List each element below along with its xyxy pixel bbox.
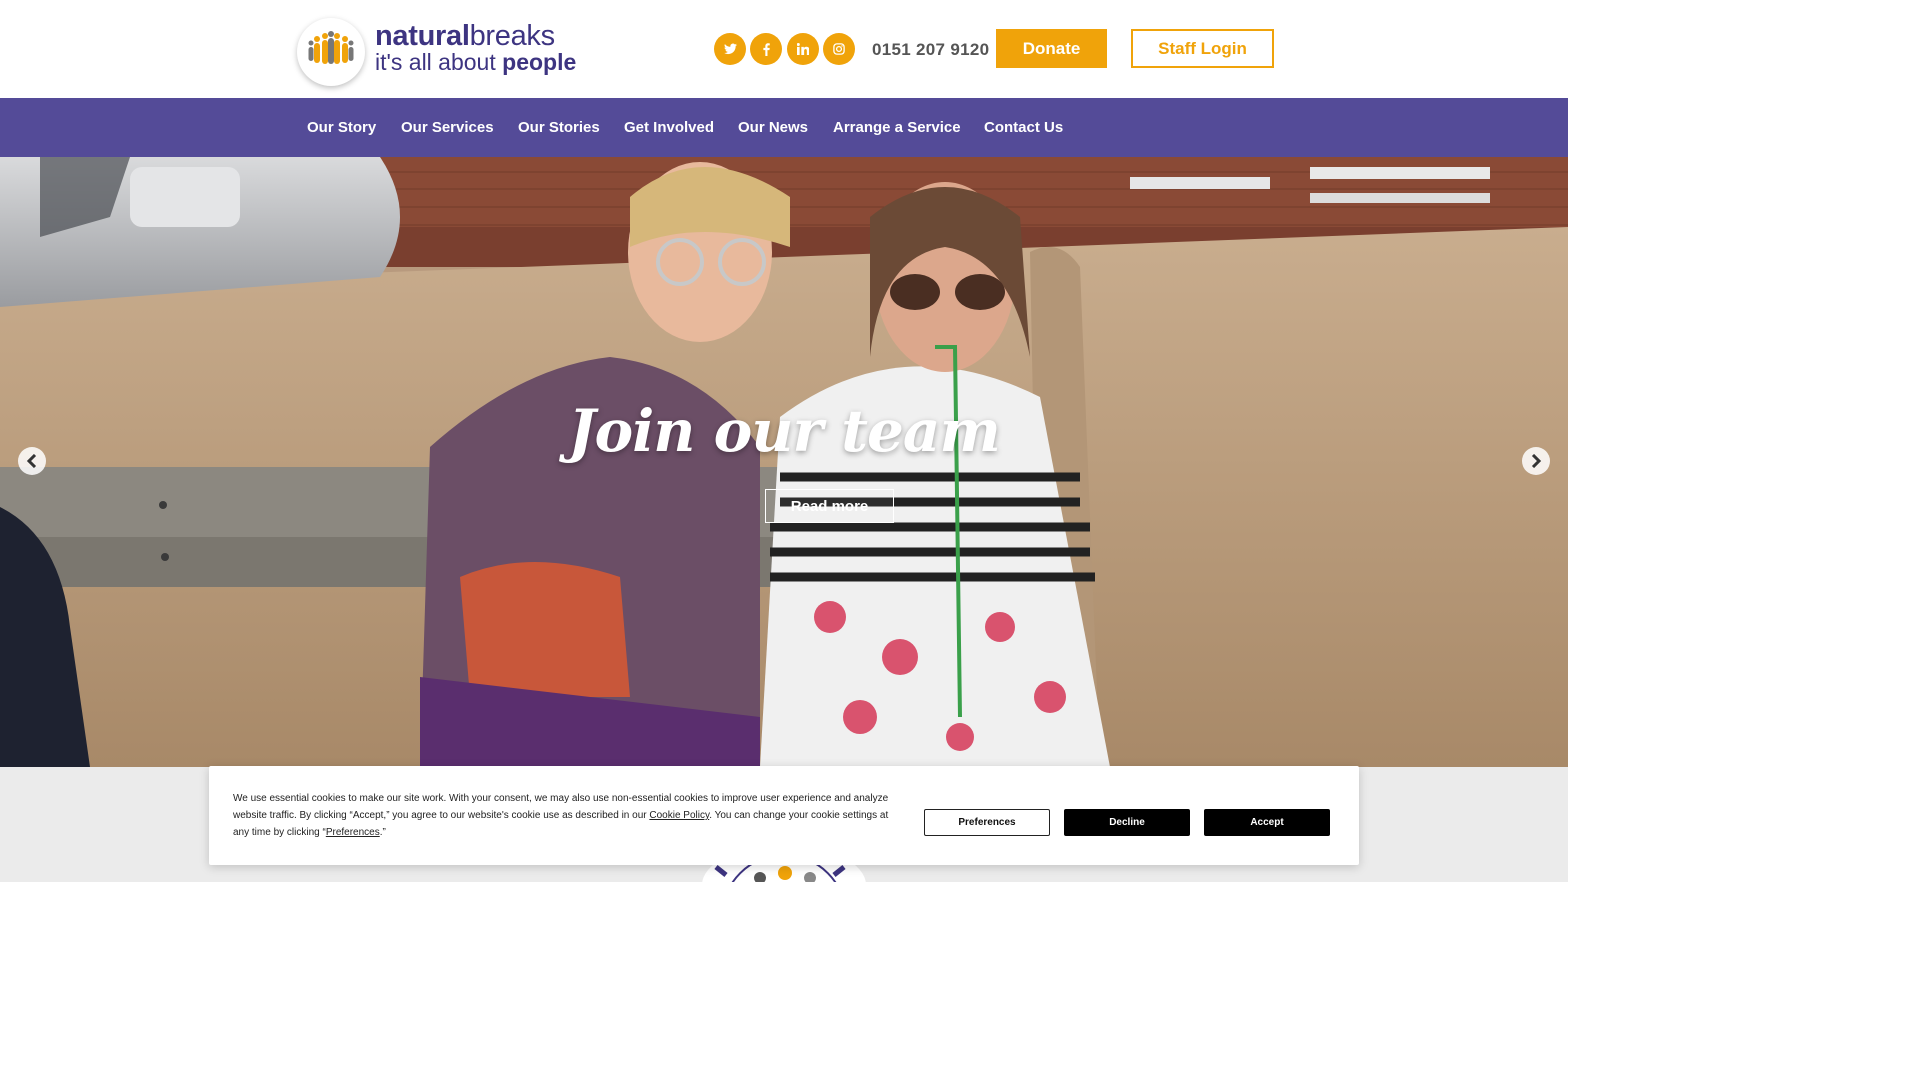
slider-next-button[interactable]	[1522, 447, 1550, 475]
cookie-decline-button[interactable]: Decline	[1064, 809, 1190, 836]
slider-prev-button[interactable]	[18, 447, 46, 475]
cookie-message: We use essential cookies to make our sit…	[233, 790, 903, 841]
instagram-button[interactable]	[823, 33, 855, 65]
instagram-icon	[833, 43, 845, 55]
preferences-link[interactable]: Preferences	[326, 827, 380, 838]
logo-wordmark[interactable]: naturalbreaks it's all about people	[375, 22, 576, 74]
cookie-policy-link[interactable]: Cookie Policy	[649, 810, 709, 821]
hero-slider: Join our team Read more	[0, 157, 1568, 767]
nav-item-arrange-a-service[interactable]: Arrange a Service	[833, 119, 961, 136]
chevron-right-icon	[1531, 454, 1542, 468]
facebook-icon	[762, 42, 770, 56]
nav-item-get-involved[interactable]: Get Involved	[624, 119, 714, 136]
main-nav: Our Story Our Services Our Stories Get I…	[0, 98, 1568, 157]
hero-title: Join our team	[568, 397, 1001, 465]
nav-item-our-story[interactable]: Our Story	[307, 119, 376, 136]
linkedin-icon	[797, 43, 809, 55]
cookie-text-part3: .”	[379, 827, 386, 838]
tagline-regular: it's all about	[375, 49, 503, 75]
facebook-button[interactable]	[750, 33, 782, 65]
brand-name-bold: natural	[375, 20, 470, 52]
twitter-icon	[723, 43, 737, 55]
cookie-banner: We use essential cookies to make our sit…	[209, 766, 1359, 865]
page: naturalbreaks it's all about people 0151…	[0, 0, 1568, 882]
cookie-accept-button[interactable]: Accept	[1204, 809, 1330, 836]
site-header: naturalbreaks it's all about people 0151…	[0, 0, 1568, 98]
read-more-button[interactable]: Read more	[765, 489, 894, 523]
linkedin-button[interactable]	[787, 33, 819, 65]
phone-number[interactable]: 0151 207 9120	[872, 40, 989, 60]
donate-button[interactable]: Donate	[996, 29, 1107, 68]
cookie-preferences-button[interactable]: Preferences	[924, 809, 1050, 836]
nav-item-our-services[interactable]: Our Services	[401, 119, 494, 136]
brand-name-regular: breaks	[469, 20, 556, 52]
tagline-bold: people	[502, 49, 577, 75]
nav-item-contact-us[interactable]: Contact Us	[984, 119, 1063, 136]
chevron-left-icon	[26, 454, 37, 468]
logo-badge[interactable]	[297, 18, 365, 86]
people-logo-icon	[308, 31, 354, 64]
nav-item-our-news[interactable]: Our News	[738, 119, 808, 136]
twitter-button[interactable]	[714, 33, 746, 65]
nav-item-our-stories[interactable]: Our Stories	[518, 119, 600, 136]
staff-login-button[interactable]: Staff Login	[1131, 29, 1274, 68]
